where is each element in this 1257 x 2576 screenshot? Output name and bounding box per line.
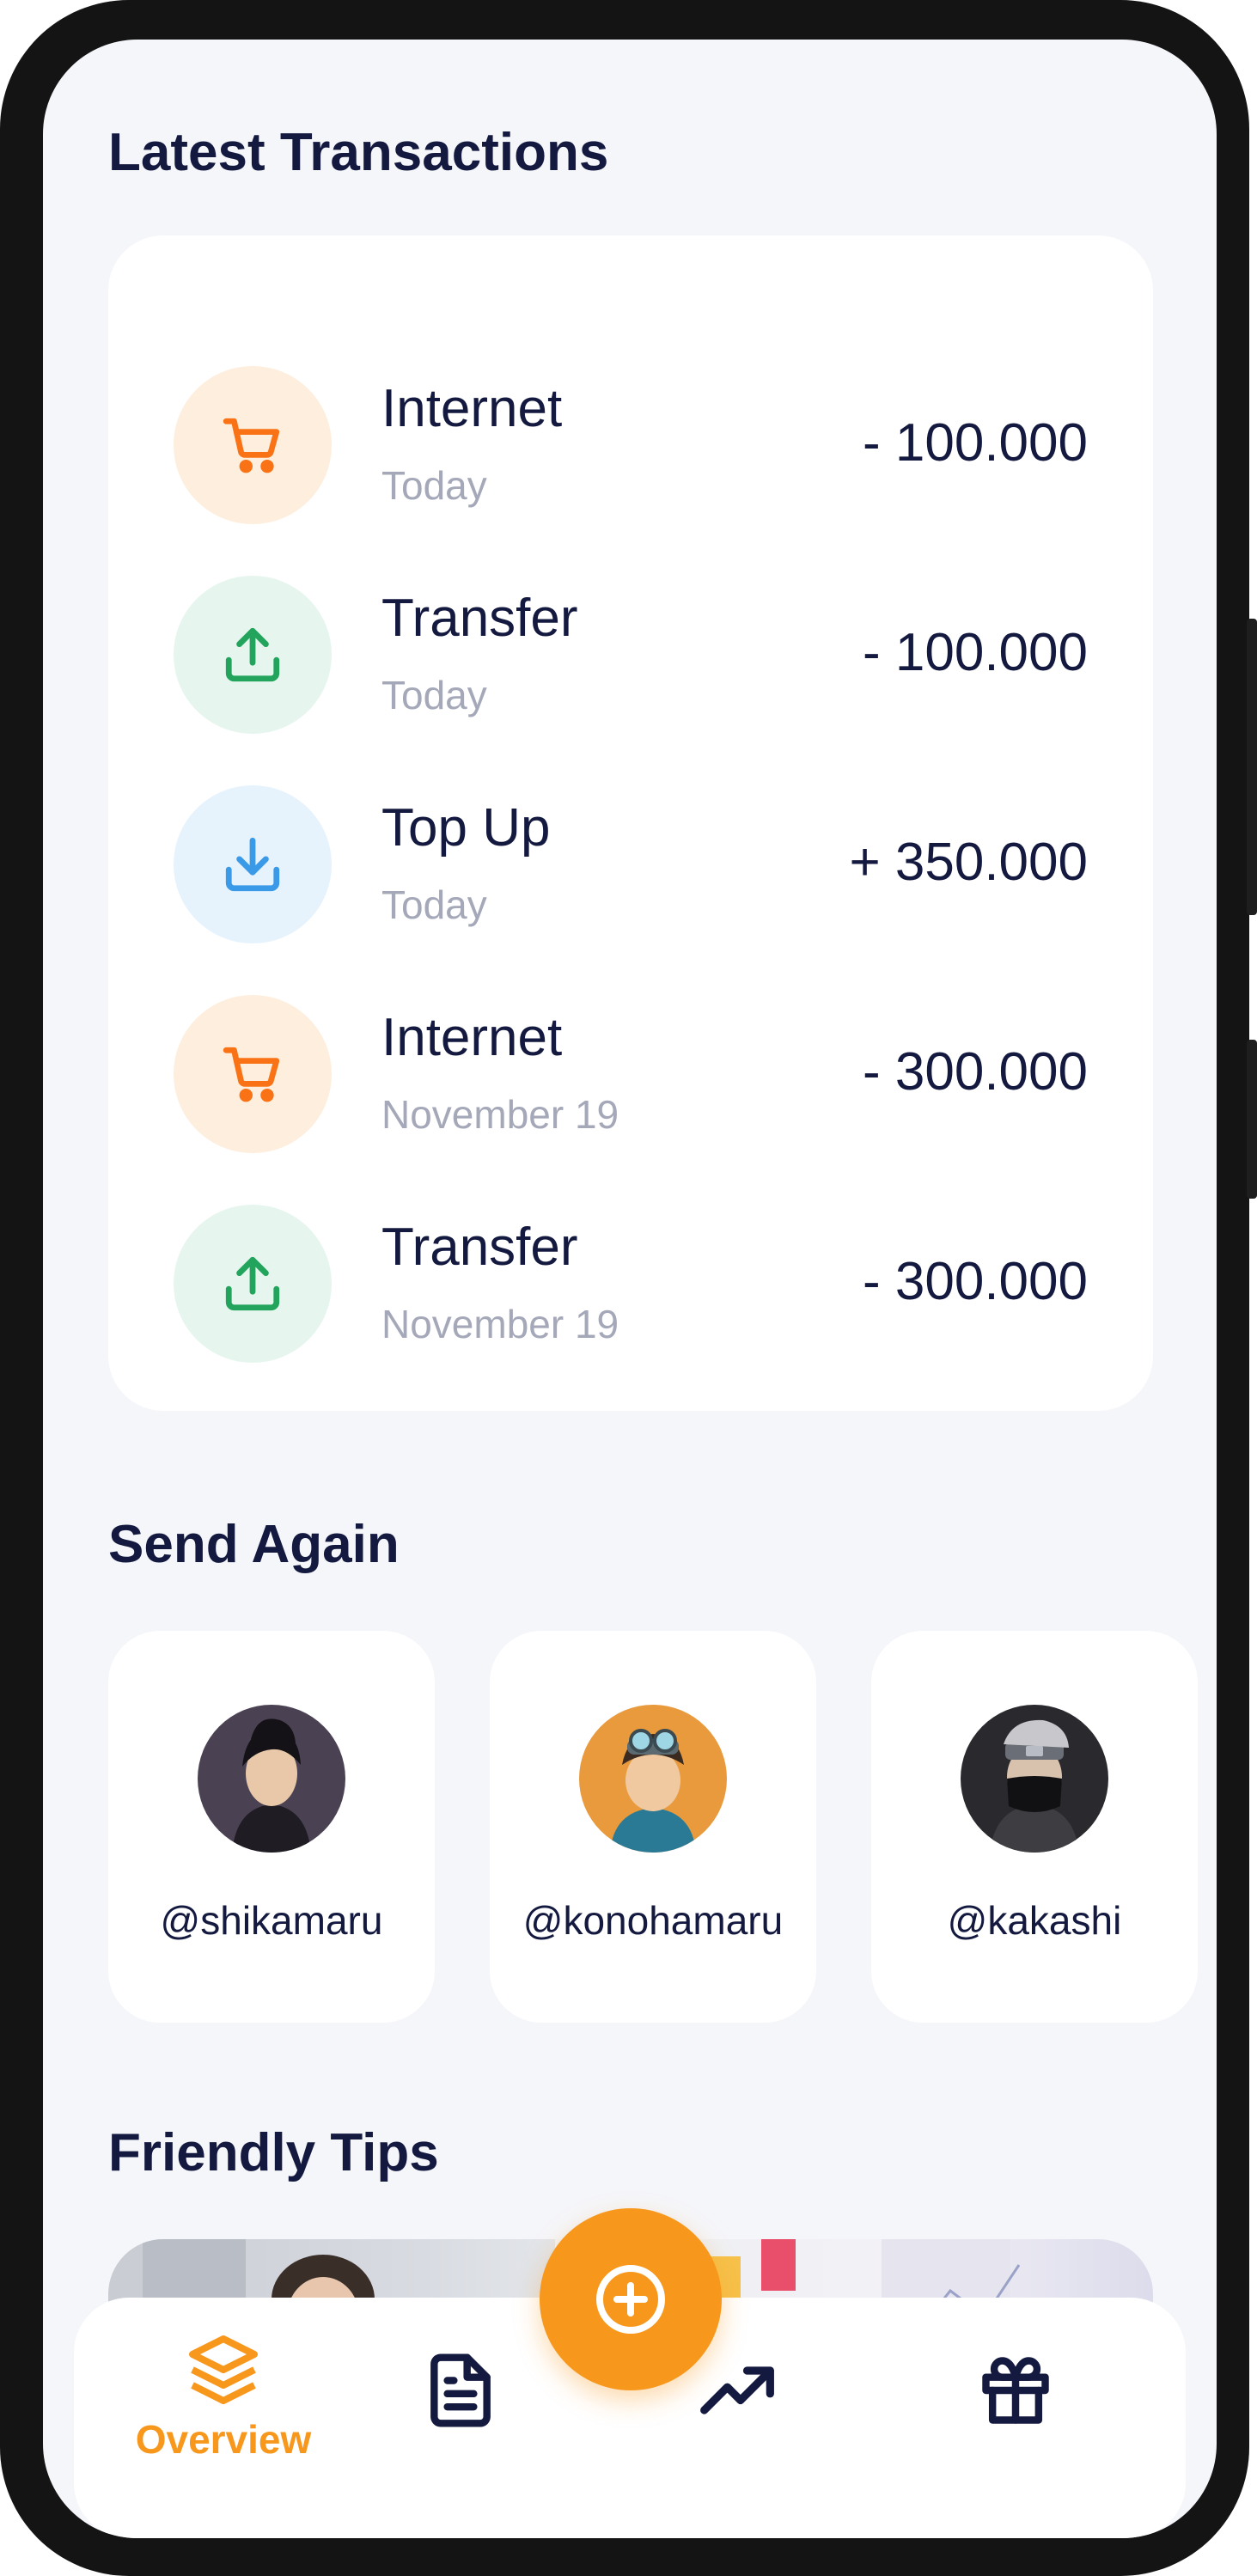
app-screen: Latest Transactions Internet Today - 100… xyxy=(43,40,1217,2538)
add-transaction-button[interactable] xyxy=(540,2208,722,2390)
gift-icon xyxy=(982,2357,1049,2424)
transaction-icon-badge xyxy=(174,995,332,1153)
transaction-icon-badge xyxy=(174,1205,332,1363)
power-button xyxy=(1247,1040,1257,1199)
transaction-icon-badge xyxy=(174,366,332,524)
nav-item-overview[interactable]: Overview xyxy=(120,2329,326,2463)
send-again-section-title: Send Again xyxy=(108,1515,400,1574)
send-again-username: @shikamaru xyxy=(160,1898,383,1943)
transaction-name: Transfer xyxy=(381,1218,578,1277)
transaction-icon-badge xyxy=(174,785,332,943)
cart-icon xyxy=(223,418,280,473)
transaction-date: November 19 xyxy=(381,1302,619,1346)
transaction-name: Transfer xyxy=(381,589,578,648)
nav-item-analytics[interactable] xyxy=(686,2351,789,2430)
transaction-icon-badge xyxy=(174,576,332,734)
avatar-kakashi-icon xyxy=(961,1705,1108,1853)
send-again-card[interactable]: @shikamaru xyxy=(108,1631,435,2023)
trend-up-icon xyxy=(700,2366,774,2414)
document-icon xyxy=(430,2353,491,2427)
send-again-card[interactable]: @kakashi xyxy=(871,1631,1198,2023)
transaction-name: Internet xyxy=(381,1008,563,1067)
avatar xyxy=(961,1705,1108,1853)
transaction-date: Today xyxy=(381,882,487,927)
transactions-card: Internet Today - 100.000 Transfer Today … xyxy=(108,235,1153,1411)
transaction-row[interactable]: Transfer Today - 100.000 xyxy=(108,576,1153,734)
friendly-tips-section-title: Friendly Tips xyxy=(108,2123,439,2182)
avatar xyxy=(579,1705,727,1853)
upload-icon xyxy=(225,627,280,682)
transaction-name: Top Up xyxy=(381,798,551,858)
transaction-name: Internet xyxy=(381,379,563,438)
upload-icon xyxy=(225,1256,280,1311)
nav-item-rewards[interactable] xyxy=(964,2351,1067,2430)
transaction-row[interactable]: Top Up Today + 350.000 xyxy=(108,785,1153,943)
send-again-card[interactable]: @konohamaru xyxy=(490,1631,816,2023)
transaction-row[interactable]: Transfer November 19 - 300.000 xyxy=(108,1205,1153,1363)
transaction-amount: - 300.000 xyxy=(863,1252,1088,1311)
transaction-amount: - 100.000 xyxy=(863,413,1088,473)
volume-button xyxy=(1247,619,1257,915)
transaction-date: November 19 xyxy=(381,1092,619,1137)
cart-icon xyxy=(223,1047,280,1102)
nav-label-overview: Overview xyxy=(135,2417,312,2462)
avatar-konohamaru-icon xyxy=(579,1705,727,1853)
send-again-username: @kakashi xyxy=(947,1898,1122,1943)
download-icon xyxy=(225,837,280,892)
transaction-row[interactable]: Internet November 19 - 300.000 xyxy=(108,995,1153,1153)
avatar xyxy=(198,1705,345,1853)
transaction-date: Today xyxy=(381,463,487,508)
send-again-username: @konohamaru xyxy=(522,1898,784,1943)
transaction-row[interactable]: Internet Today - 100.000 xyxy=(108,366,1153,524)
transaction-amount: - 100.000 xyxy=(863,623,1088,682)
transaction-date: Today xyxy=(381,673,487,717)
avatar-shikamaru-icon xyxy=(198,1705,345,1853)
plus-circle-icon xyxy=(596,2265,665,2334)
transactions-section-title: Latest Transactions xyxy=(108,123,609,182)
transaction-amount: + 350.000 xyxy=(849,833,1088,892)
layers-icon xyxy=(189,2335,258,2404)
nav-item-documents[interactable] xyxy=(409,2351,512,2430)
transaction-amount: - 300.000 xyxy=(863,1042,1088,1102)
